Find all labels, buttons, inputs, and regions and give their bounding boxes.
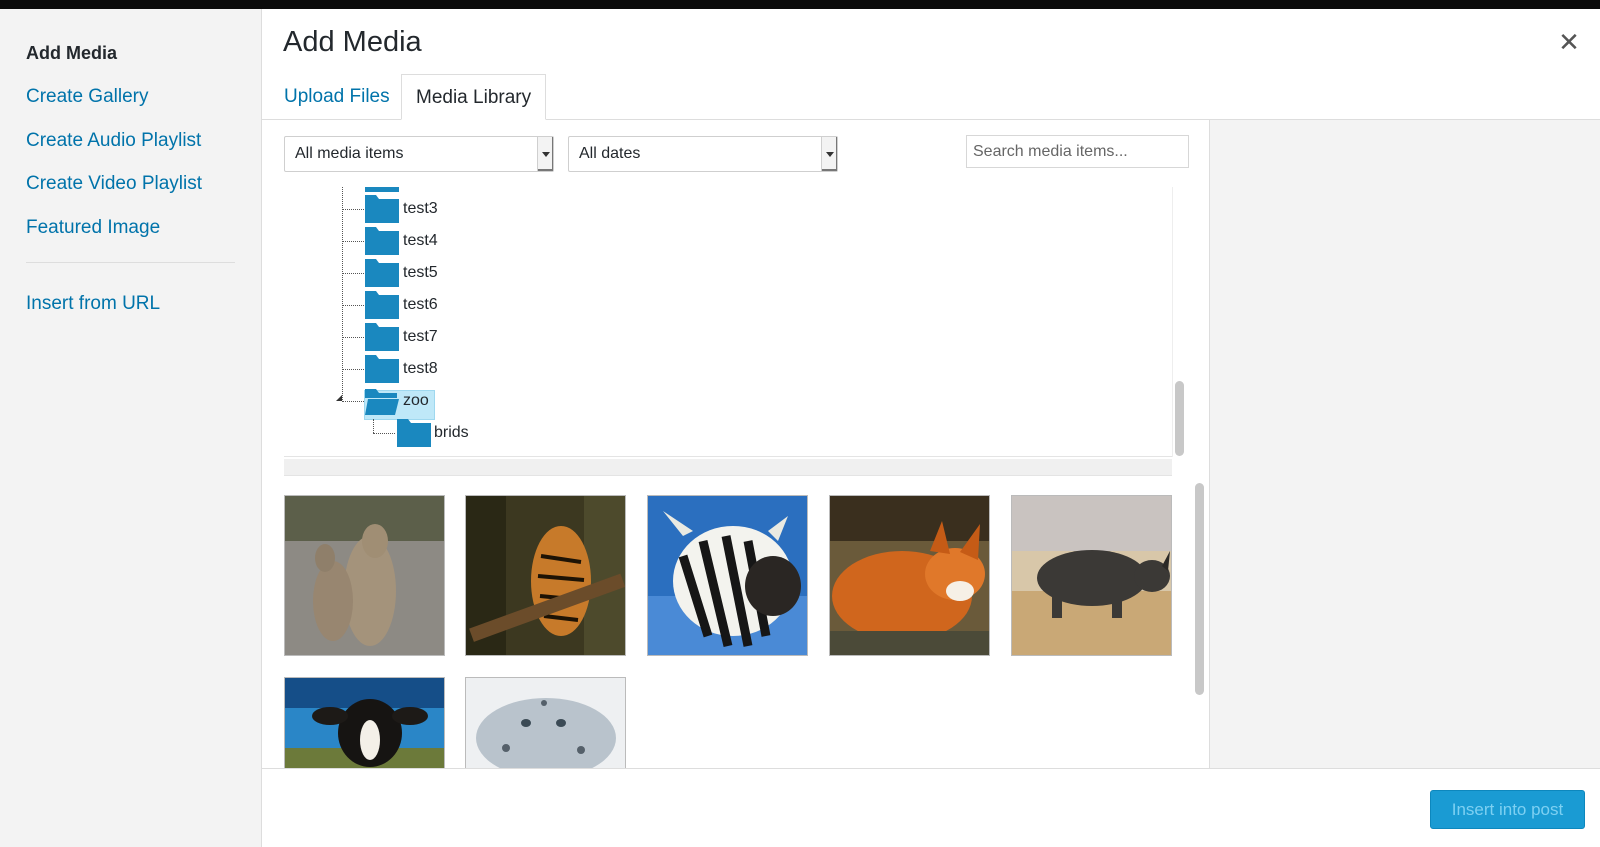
- folder-label-test3[interactable]: test3: [403, 200, 438, 218]
- folder-label-test5[interactable]: test5: [403, 264, 438, 282]
- top-bar: [0, 0, 1600, 9]
- folder-icon[interactable]: [364, 194, 400, 224]
- menu-separator: [26, 262, 235, 263]
- tree-connector: [342, 241, 364, 242]
- close-icon[interactable]: ✕: [1555, 28, 1583, 56]
- folder-icon[interactable]: [364, 290, 400, 320]
- folder-label-brids[interactable]: brids: [434, 424, 469, 442]
- folder-icon[interactable]: [364, 258, 400, 288]
- folder-tree: test3 test4 test5 test6 test7 test8 zoo …: [284, 187, 1172, 457]
- menu-create-gallery[interactable]: Create Gallery: [26, 86, 149, 108]
- tree-connector: [342, 273, 364, 274]
- media-type-value: All media items: [295, 145, 404, 162]
- tree-connector: [342, 401, 364, 402]
- media-thumbnail-rhino[interactable]: [1011, 495, 1172, 656]
- media-thumbnail-snow-leopard[interactable]: [465, 677, 626, 768]
- folder-label-zoo[interactable]: zoo: [403, 392, 429, 410]
- tree-connector: [342, 369, 364, 370]
- media-thumbnail-fox[interactable]: [829, 495, 990, 656]
- caret-down-icon[interactable]: [336, 395, 342, 401]
- menu-create-video-playlist[interactable]: Create Video Playlist: [26, 173, 202, 195]
- folder-label-test7[interactable]: test7: [403, 328, 438, 346]
- chevron-down-icon: [821, 137, 837, 171]
- menu-title: Add Media: [26, 43, 118, 63]
- grid-scrollbar[interactable]: [1195, 483, 1204, 695]
- tree-grid-divider[interactable]: [284, 459, 1172, 476]
- date-filter-value: All dates: [579, 145, 641, 162]
- search-input[interactable]: [966, 135, 1189, 168]
- menu-insert-from-url[interactable]: Insert from URL: [26, 293, 160, 315]
- media-toolbar: [262, 768, 1600, 847]
- attachment-details-sidebar: [1210, 120, 1600, 768]
- date-filter-select[interactable]: All dates: [568, 136, 838, 172]
- folder-label-test4[interactable]: test4: [403, 232, 438, 250]
- tree-scrollbar[interactable]: [1175, 381, 1184, 456]
- folder-icon[interactable]: [364, 354, 400, 384]
- frame-title: Add Media: [283, 26, 422, 58]
- menu-create-audio-playlist[interactable]: Create Audio Playlist: [26, 130, 201, 152]
- menu-featured-image[interactable]: Featured Image: [26, 217, 160, 239]
- folder-icon[interactable]: [364, 322, 400, 352]
- folder-icon[interactable]: [396, 418, 432, 448]
- tree-connector: [342, 209, 364, 210]
- tree-connector: [373, 419, 374, 433]
- media-thumbnail-zebra[interactable]: [647, 495, 808, 656]
- media-type-select[interactable]: All media items: [284, 136, 554, 172]
- media-thumbnail-kangaroo[interactable]: [284, 495, 445, 656]
- folder-icon[interactable]: [364, 226, 400, 256]
- folder-open-icon[interactable]: [364, 386, 400, 416]
- tree-connector: [373, 433, 395, 434]
- chevron-down-icon: [537, 137, 553, 171]
- tab-upload-files[interactable]: Upload Files: [270, 74, 404, 120]
- tree-connector: [342, 337, 364, 338]
- media-menu: Add Media Create Gallery Create Audio Pl…: [0, 9, 262, 847]
- insert-into-post-button[interactable]: Insert into post: [1430, 790, 1585, 829]
- tab-media-library[interactable]: Media Library: [401, 74, 547, 120]
- media-thumbnail-cow[interactable]: [284, 677, 445, 768]
- tree-connector: [342, 305, 364, 306]
- folder-icon[interactable]: [364, 187, 400, 193]
- folder-label-test6[interactable]: test6: [403, 296, 438, 314]
- media-thumbnail-tiger[interactable]: [465, 495, 626, 656]
- folder-label-test8[interactable]: test8: [403, 360, 438, 378]
